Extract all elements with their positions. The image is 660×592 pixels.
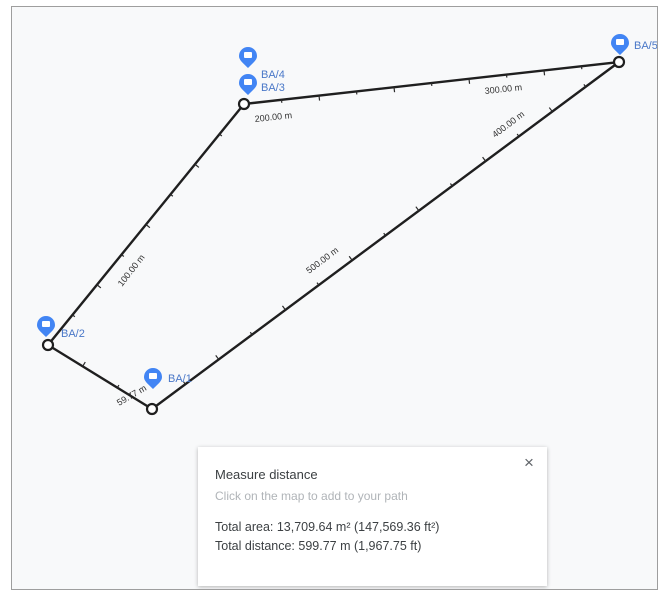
path-vertices	[41, 55, 626, 416]
pin-label-ba-4: BA/4	[261, 69, 285, 81]
distance-tick	[96, 284, 102, 289]
pin-ba-5[interactable]: BA/5	[611, 34, 658, 55]
flag-glyph	[244, 79, 252, 85]
pin-label-ba-2: BA/2	[61, 328, 85, 340]
distance-tick	[482, 156, 487, 162]
measure-polyline[interactable]	[46, 60, 624, 411]
map-canvas[interactable]: 59.77 m 100.00 m 200.00 m 300.00 m 400.0…	[11, 6, 658, 590]
flag-glyph	[149, 373, 157, 379]
distance-tick	[318, 95, 321, 101]
map-pins: BA/4 BA/3 BA/5 BA/2 BA/1	[37, 34, 658, 389]
distance-tick	[121, 254, 125, 257]
distance-label-500: 500.00 m	[304, 245, 340, 276]
path-vertex-icon[interactable]	[237, 97, 251, 111]
pin-label-ba-3: BA/3	[261, 82, 285, 94]
measure-distance-panel: × Measure distance Click on the map to a…	[198, 447, 547, 586]
distance-tick	[415, 206, 420, 212]
distance-tick	[548, 107, 553, 112]
distance-tick	[543, 70, 546, 76]
distance-ticks	[72, 66, 587, 388]
distance-label-200: 200.00 m	[254, 110, 292, 124]
distance-labels: 59.77 m 100.00 m 200.00 m 300.00 m 400.0…	[115, 82, 526, 408]
distance-tick	[72, 314, 76, 318]
total-area: Total area: 13,709.64 m² (147,569.36 ft²…	[215, 520, 440, 534]
distance-tick	[281, 305, 286, 311]
path-vertex-icon[interactable]	[612, 55, 626, 69]
path-vertex-icon[interactable]	[145, 402, 159, 416]
distance-label-300: 300.00 m	[484, 82, 522, 96]
flag-glyph	[616, 39, 624, 45]
distance-tick	[393, 87, 396, 93]
distance-tick	[82, 361, 86, 367]
panel-title: Measure distance	[215, 467, 318, 482]
distance-tick	[194, 163, 200, 168]
distance-tick	[215, 355, 220, 360]
path-vertex-icon[interactable]	[41, 338, 55, 352]
pin-label-ba-1: BA/1	[168, 373, 192, 385]
distance-tick	[170, 193, 174, 197]
flag-glyph	[244, 52, 252, 58]
distance-tick	[348, 255, 353, 261]
distance-tick	[145, 224, 151, 229]
measure-path	[46, 60, 624, 411]
total-distance: Total distance: 599.77 m (1,967.75 ft)	[215, 539, 422, 553]
distance-tick	[468, 78, 471, 84]
close-icon[interactable]: ×	[519, 453, 539, 473]
distance-tick	[219, 133, 223, 137]
flag-glyph	[42, 321, 50, 327]
pin-label-ba-5: BA/5	[634, 40, 658, 52]
panel-hint: Click on the map to add to your path	[215, 489, 408, 503]
pin-ba-2[interactable]: BA/2	[37, 316, 85, 340]
